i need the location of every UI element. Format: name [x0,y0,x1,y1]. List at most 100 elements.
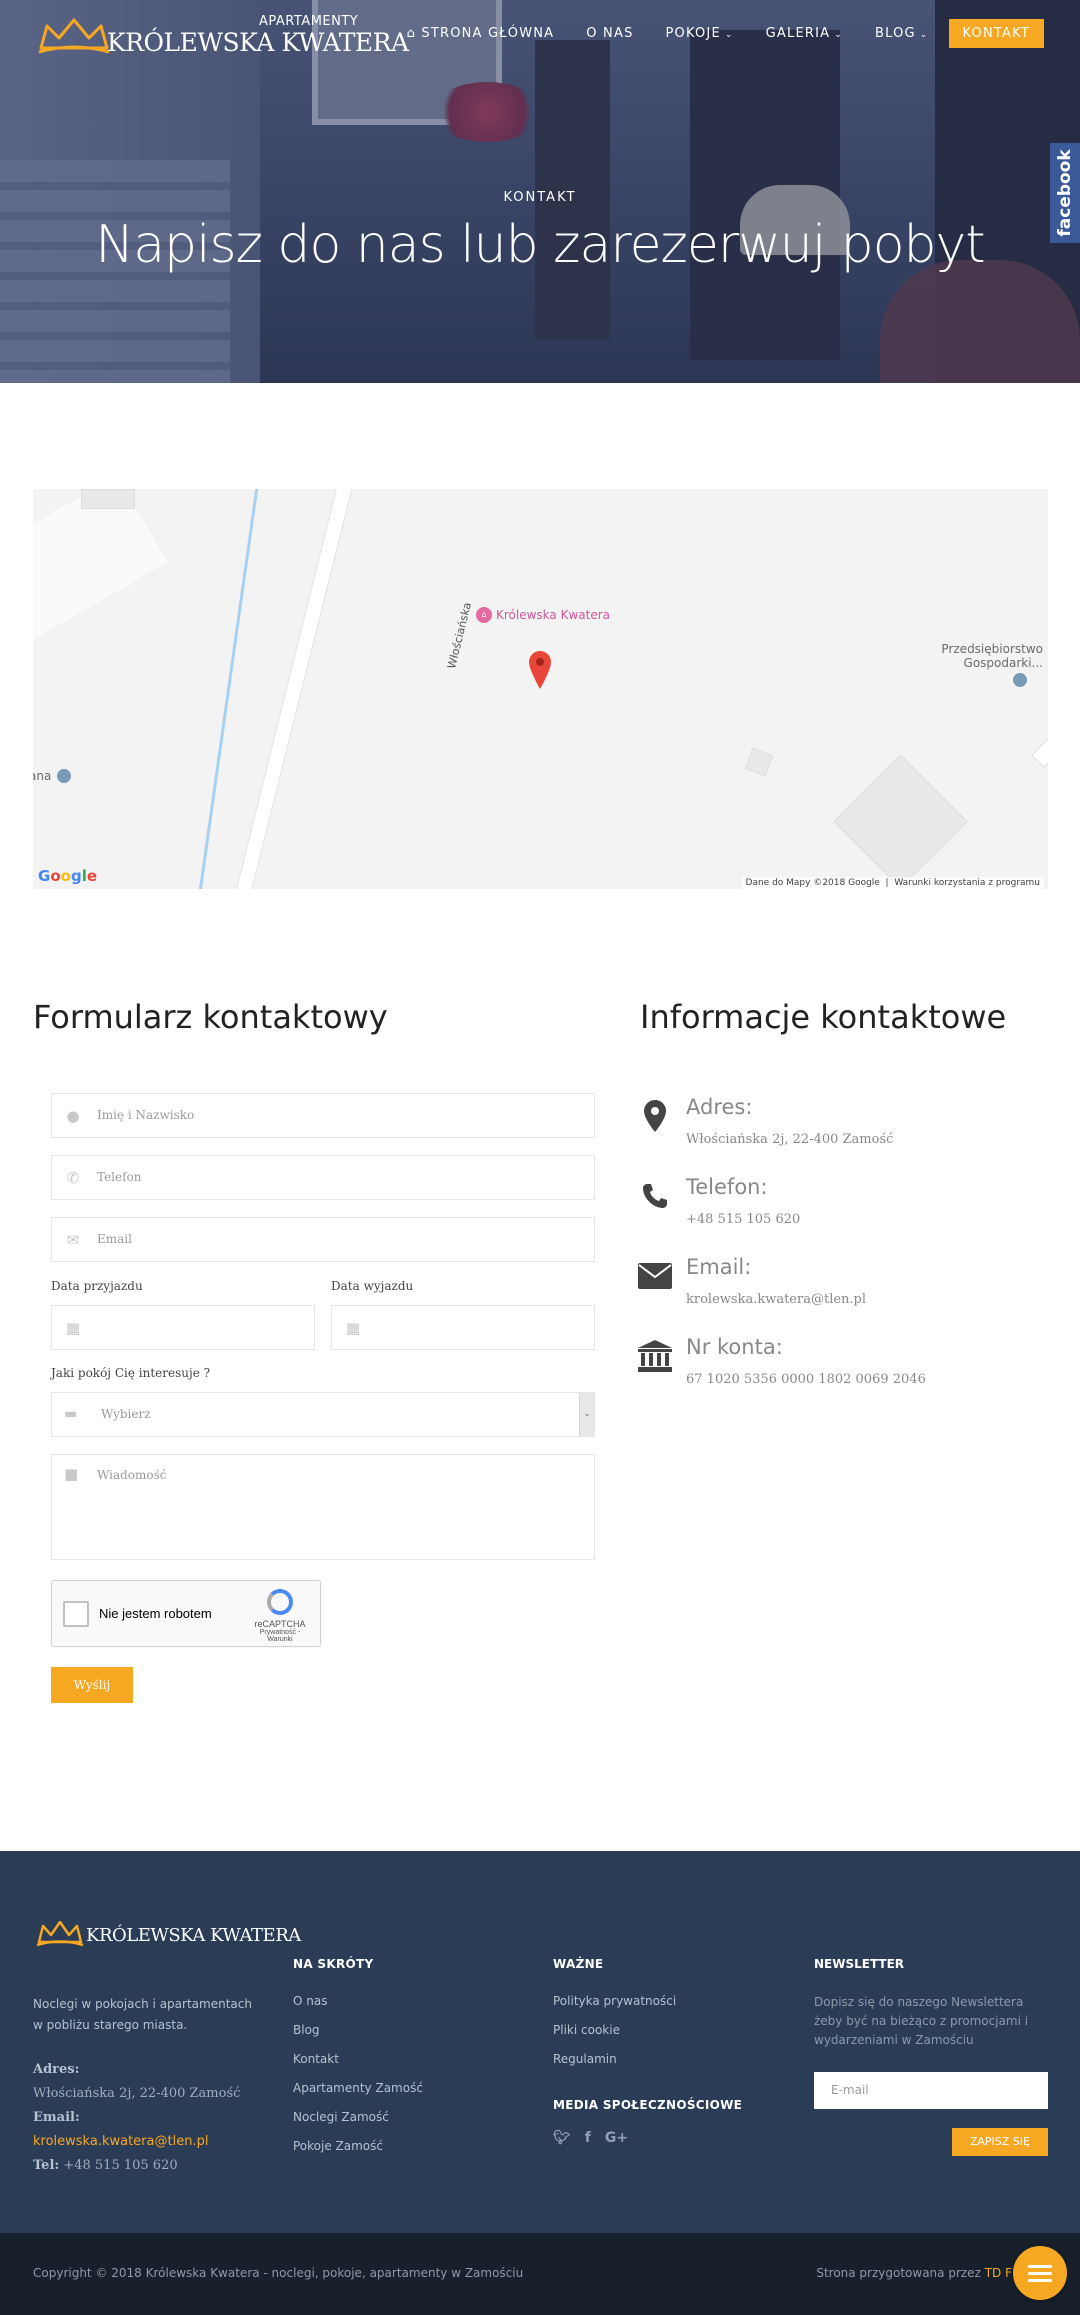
footer-social-title: MEDIA SPOŁECZNOŚCIOWE [553,2098,743,2112]
made-by: Strona przygotowana przez TD F [816,2266,1012,2280]
footer-link[interactable]: O nas [293,1993,423,2010]
footer-email-link[interactable]: krolewska.kwatera@tlen.pl [33,2130,240,2154]
footer-link[interactable]: Pliki cookie [553,2022,742,2039]
info-label: Adres: [686,1095,753,1119]
phone-input[interactable]: ✆ Telefon [51,1155,595,1200]
newsletter-subscribe-button[interactable]: ZAPISZ SIĘ [951,2128,1048,2156]
map-poi-label: ana [33,769,52,783]
footer-shortcuts-title: NA SKRÓTY [293,1957,374,1971]
made-by-link[interactable]: TD F [985,2266,1012,2280]
arrival-column: Data przyjazdu ▦ [51,1279,315,1367]
recaptcha-links[interactable]: Prywatność - Warunki [250,1629,310,1643]
facebook-tab[interactable]: facebook [1050,143,1080,243]
map-terms-link[interactable]: Warunki korzystania z programu [894,878,1040,888]
nav-label: O NAS [586,25,634,41]
map-attribution-text: Dane do Mapy ©2018 Google [745,878,880,888]
map-pin-icon [57,769,72,783]
email-placeholder: Email [97,1232,132,1246]
info-value: 67 1020 5356 0000 1802 0069 2046 [686,1372,926,1387]
newsletter-email-input[interactable]: E-mail [814,2072,1048,2109]
footer-link[interactable]: Blog [293,2022,423,2039]
room-select-value: Wybierz [101,1407,151,1421]
footer-contact: Adres: Włościańska 2j, 22-400 Zamość Ema… [33,2058,240,2178]
footer-link[interactable]: Noclegi Zamość [293,2109,423,2126]
hamburger-icon [1028,2265,1052,2268]
nav-contact-button[interactable]: KONTAKT [948,18,1044,48]
info-label: Nr konta: [686,1335,783,1359]
hero-kicker: KONTAKT [503,190,577,205]
room-select[interactable]: ▬ Wybierz ⌄ [51,1392,595,1437]
google-map[interactable]: Włościańska ⌂ Królewska Kwatera Przedsię… [33,489,1048,889]
map-building [81,489,135,509]
home-icon: ⌂ [406,25,422,41]
recaptcha-checkbox[interactable] [63,1601,89,1627]
map-poi-label: Królewska Kwatera [496,608,610,622]
chevron-down-icon[interactable]: ⌄ [579,1393,594,1436]
nav-item-blog[interactable]: BLOG ⌄ [875,26,929,41]
info-value: Włościańska 2j, 22-400 Zamość [686,1132,894,1147]
facebook-tab-label: facebook [1055,149,1075,237]
facebook-icon[interactable]: f [585,2130,591,2146]
map-street [234,489,357,889]
footer-social: 🐦︎ f G+ [553,2130,742,2146]
menu-fab-button[interactable] [1013,2246,1067,2300]
google-logo[interactable]: Google [38,867,97,885]
chevron-down-icon: ⌄ [919,29,929,40]
made-by-text: Strona przygotowana przez [816,2266,981,2280]
name-input[interactable]: ● Imię i Nazwisko [51,1093,595,1138]
chevron-down-icon: ⌄ [834,29,843,40]
departure-date-input[interactable]: ▦ [331,1305,595,1350]
footer-phone-label: Tel: [33,2158,60,2173]
arrival-label: Data przyjazdu [51,1279,143,1293]
message-textarea[interactable]: ■ Wiadomość [51,1454,595,1560]
info-value[interactable]: krolewska.kwatera@tlen.pl [686,1292,866,1307]
nav-label: BLOG [874,25,916,41]
recaptcha-brand: reCAPTCHA [254,1619,306,1629]
phone-icon: ✆ [66,1169,80,1187]
comment-icon: ■ [64,1465,79,1483]
footer-link[interactable]: Pokoje Zamość [293,2138,423,2155]
twitter-icon[interactable]: 🐦︎ [553,2130,571,2146]
info-label: Email: [686,1255,752,1279]
map-poi-place[interactable]: ⌂ Królewska Kwatera [476,607,610,623]
footer-link[interactable]: Apartamenty Zamość [293,2080,423,2097]
nav-item-about[interactable]: O NAS [586,26,633,41]
bed-icon: ▬ [64,1406,78,1422]
map-attribution[interactable]: Dane do Mapy ©2018 Google | Warunki korz… [741,877,1044,889]
info-value[interactable]: +48 515 105 620 [686,1212,800,1227]
footer-important-title: WAŻNE [553,1957,604,1971]
logo-subtitle: APARTAMENTY [259,14,359,29]
site-logo[interactable]: APARTAMENTY KRÓLEWSKA KWATERA [37,14,409,57]
map-poi-left[interactable]: ana [33,769,72,783]
footer-phone[interactable]: +48 515 105 620 [63,2158,177,2173]
map-marker-icon[interactable] [529,651,551,689]
page-title: Napisz do nas lub zarezerwuj pobyt [95,215,985,275]
recaptcha-logo: reCAPTCHA Prywatność - Warunki [250,1589,310,1643]
nav-item-home[interactable]: ⌂ STRONA GŁÓWNA [407,26,555,41]
crown-logo-icon [38,18,110,54]
footer: KRÓLEWSKA KWATERA Noclegi w pokojach i a… [0,1851,1080,2233]
nav-item-gallery[interactable]: GALERIA ⌄ [766,26,843,41]
phone-icon [638,1179,672,1213]
bank-icon [638,1339,672,1373]
map-building [833,754,968,889]
recaptcha-widget: Nie jestem robotem reCAPTCHA Prywatność … [51,1580,321,1647]
footer-link[interactable]: Kontakt [293,2051,423,2068]
nav-item-rooms[interactable]: POKOJE ⌄ [666,26,734,41]
nav-label: POKOJE [665,25,721,41]
email-input[interactable]: ✉ Email [51,1217,595,1262]
footer-important: WAŻNE Polityka prywatności Pliki cookie … [553,1957,742,2146]
arrival-date-input[interactable]: ▦ [51,1305,315,1350]
google-plus-icon[interactable]: G+ [605,2130,628,2146]
map-poi-business[interactable]: Przedsiębiorstwo Gospodarki... [941,642,1043,690]
footer-address: Włościańska 2j, 22-400 Zamość [33,2086,241,2101]
submit-button[interactable]: Wyślij [51,1667,133,1703]
phone-placeholder: Telefon [97,1170,142,1184]
hamburger-icon [1028,2272,1052,2275]
departure-column: Data wyjazdu ▦ [331,1279,595,1367]
info-title: Informacje kontaktowe [640,998,1007,1036]
map-street-label: Włościańska [445,601,475,671]
footer-link[interactable]: Polityka prywatności [553,1993,742,2010]
footer-link[interactable]: Regulamin [553,2051,742,2068]
copyright: Copyright © 2018 Królewska Kwatera - noc… [33,2266,524,2280]
